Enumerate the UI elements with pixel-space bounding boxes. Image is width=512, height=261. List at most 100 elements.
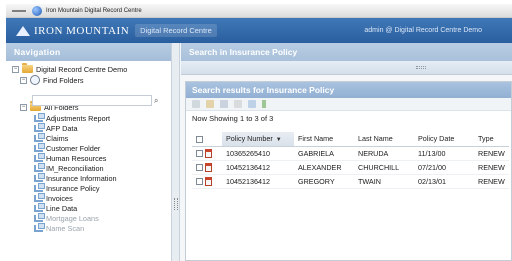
policy-date-cell: 11/13/00 bbox=[414, 146, 474, 161]
bar-icon[interactable] bbox=[262, 100, 266, 108]
first-name-cell: ALEXANDER bbox=[294, 160, 354, 175]
sidebar-item-insurance-information[interactable]: Insurance Information bbox=[34, 172, 117, 183]
column-label: Policy Number bbox=[226, 134, 273, 144]
table-header-row: Policy Number ▼ First Name Last Name Poli… bbox=[192, 132, 509, 147]
sidebar-item-insurance-policy[interactable]: Insurance Policy bbox=[34, 182, 100, 193]
folder-label: Insurance Information bbox=[46, 173, 117, 183]
table-row[interactable]: 10365265410 GABRIELA NERUDA 11/13/00 REN… bbox=[192, 146, 509, 161]
policy-number-cell: 10365265410 bbox=[222, 146, 294, 161]
row-checkbox[interactable] bbox=[196, 163, 203, 171]
folder-open-icon[interactable] bbox=[206, 100, 214, 108]
select-all-header[interactable] bbox=[192, 132, 222, 147]
folder-label: IM_Reconciliation bbox=[46, 163, 104, 173]
policy-number-cell: 10452136412 bbox=[222, 174, 294, 189]
app-header: IRON MOUNTAIN Digital Record Centre admi… bbox=[6, 18, 512, 43]
navigation-panel: Navigation − Digital Record Centre Demo … bbox=[6, 43, 172, 261]
last-name-cell: TWAIN bbox=[354, 174, 414, 189]
search-icon bbox=[30, 75, 40, 85]
row-checkbox[interactable] bbox=[196, 149, 203, 157]
export-icon[interactable] bbox=[248, 100, 256, 108]
app-name: Digital Record Centre bbox=[135, 24, 217, 37]
folder-label: Mortgage Loans bbox=[46, 213, 99, 223]
table-row[interactable]: 10452136412 ALEXANDER CHURCHILL 07/21/00… bbox=[192, 160, 509, 175]
document-icon[interactable] bbox=[205, 162, 212, 172]
folder-branch-icon bbox=[34, 112, 45, 122]
app-window: Iron Mountain Digital Record Centre IRON… bbox=[6, 4, 512, 261]
results-toolbar bbox=[186, 98, 511, 111]
tree-root[interactable]: − Digital Record Centre Demo bbox=[12, 63, 127, 74]
folder-label: AFP Data bbox=[46, 123, 78, 133]
column-label: Type bbox=[478, 134, 494, 144]
folder-branch-icon bbox=[34, 132, 45, 142]
sort-descending-icon: ▼ bbox=[275, 137, 282, 144]
row-checkbox[interactable] bbox=[196, 177, 203, 185]
sidebar-item-mortgage-loans[interactable]: Mortgage Loans bbox=[34, 212, 99, 223]
column-label: Policy Date bbox=[418, 134, 455, 144]
expand-grip-icon[interactable] bbox=[416, 66, 426, 69]
find-folders-input[interactable] bbox=[32, 95, 152, 106]
column-header-first-name[interactable]: First Name bbox=[294, 132, 354, 147]
results-count: Now Showing 1 to 3 of 3 bbox=[192, 114, 274, 123]
collapse-icon[interactable]: − bbox=[12, 65, 19, 73]
folder-branch-icon bbox=[34, 142, 45, 152]
select-all-checkbox[interactable] bbox=[196, 135, 203, 143]
sidebar-item-adjustments-report[interactable]: Adjustments Report bbox=[34, 112, 111, 123]
folder-branch-icon bbox=[34, 162, 45, 172]
folder-branch-icon bbox=[34, 122, 45, 132]
column-label: Last Name bbox=[358, 134, 393, 144]
folder-icon bbox=[22, 63, 33, 73]
view-icon[interactable] bbox=[220, 100, 228, 108]
sidebar-item-name-scan[interactable]: Name Scan bbox=[34, 222, 85, 233]
sidebar-item-human-resources[interactable]: Human Resources bbox=[34, 152, 107, 163]
first-name-cell: GABRIELA bbox=[294, 146, 354, 161]
collapse-icon[interactable]: − bbox=[20, 76, 27, 84]
sidebar-item-im-reconciliation[interactable]: IM_Reconciliation bbox=[34, 162, 104, 173]
column-header-policy-date[interactable]: Policy Date bbox=[414, 132, 474, 147]
folder-branch-icon bbox=[34, 192, 45, 202]
refresh-icon[interactable] bbox=[192, 100, 200, 108]
folder-label: Claims bbox=[46, 133, 69, 143]
column-header-last-name[interactable]: Last Name bbox=[354, 132, 414, 147]
find-folders-label: Find Folders bbox=[43, 75, 84, 85]
policy-date-cell: 07/21/00 bbox=[414, 160, 474, 175]
document-icon[interactable] bbox=[205, 176, 212, 186]
find-go-icon[interactable]: ⌕ bbox=[154, 96, 158, 106]
folder-label: Name Scan bbox=[46, 223, 85, 233]
results-title: Search results for Insurance Policy bbox=[186, 82, 511, 98]
folder-label: Line Data bbox=[46, 203, 78, 213]
collapse-icon[interactable]: − bbox=[20, 103, 27, 111]
sidebar-item-customer-folder[interactable]: Customer Folder bbox=[34, 142, 101, 153]
panel-splitter[interactable] bbox=[172, 43, 180, 261]
folder-label: Human Resources bbox=[46, 153, 107, 163]
folder-label: Adjustments Report bbox=[46, 113, 111, 123]
column-label: First Name bbox=[298, 134, 334, 144]
navigation-title: Navigation bbox=[6, 43, 171, 61]
sidebar-item-invoices[interactable]: Invoices bbox=[34, 192, 73, 203]
column-header-type[interactable]: Type bbox=[474, 132, 509, 147]
splitter-grip-icon[interactable] bbox=[174, 198, 178, 210]
folder-label: Customer Folder bbox=[46, 143, 101, 153]
document-icon[interactable] bbox=[205, 148, 212, 158]
folder-branch-icon bbox=[34, 172, 45, 182]
first-name-cell: GREGORY bbox=[294, 174, 354, 189]
app-globe-icon bbox=[32, 5, 42, 16]
row-select-cell[interactable] bbox=[192, 174, 222, 189]
main-panel: Search in Insurance Policy Search result… bbox=[181, 43, 512, 261]
row-select-cell[interactable] bbox=[192, 146, 222, 161]
folder-branch-icon bbox=[34, 222, 45, 232]
row-select-cell[interactable] bbox=[192, 160, 222, 175]
folder-branch-icon bbox=[34, 152, 45, 162]
print-icon[interactable] bbox=[234, 100, 242, 108]
user-info: admin @ Digital Record Centre Demo bbox=[364, 27, 482, 34]
sidebar-item-line-data[interactable]: Line Data bbox=[34, 202, 78, 213]
sidebar-item-afp-data[interactable]: AFP Data bbox=[34, 122, 78, 133]
find-folders-item[interactable]: − Find Folders bbox=[20, 75, 84, 85]
sidebar-item-claims[interactable]: Claims bbox=[34, 132, 69, 143]
policy-number-cell: 10452136412 bbox=[222, 160, 294, 175]
table-row[interactable]: 10452136412 GREGORY TWAIN 02/13/01 RENEW bbox=[192, 174, 509, 189]
results-table: Policy Number ▼ First Name Last Name Poli… bbox=[192, 132, 509, 189]
search-criteria-bar[interactable] bbox=[181, 61, 512, 75]
column-header-policy-number[interactable]: Policy Number ▼ bbox=[222, 132, 294, 147]
minimize-icon[interactable] bbox=[12, 9, 26, 12]
last-name-cell: NERUDA bbox=[354, 146, 414, 161]
